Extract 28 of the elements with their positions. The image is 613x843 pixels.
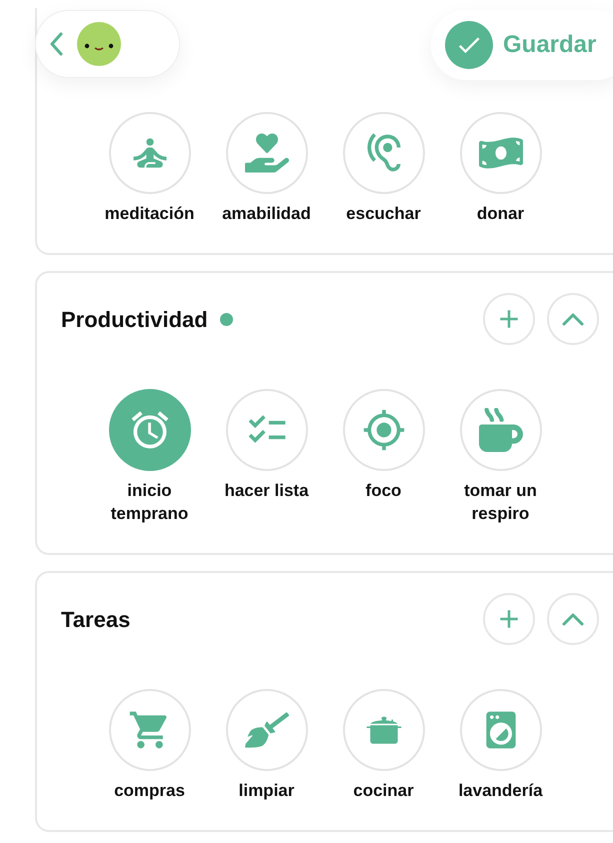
back-button[interactable] [50, 32, 63, 56]
target-icon [362, 408, 406, 452]
category-title: Tareas [61, 606, 130, 634]
hand-heart-icon [244, 131, 288, 175]
collapse-button[interactable] [547, 293, 599, 345]
activity-label: tomar un respiro [463, 480, 538, 525]
activity-label: inicio temprano [110, 480, 190, 525]
activity-label: amabilidad [221, 203, 312, 225]
activity-label: hacer lista [223, 480, 310, 502]
collapse-button[interactable] [547, 593, 599, 645]
activity-label: cocinar [352, 780, 415, 802]
activity-label: foco [364, 480, 402, 502]
add-button[interactable] [483, 593, 535, 645]
coffee-cup-icon [478, 408, 522, 452]
activity-label: donar [476, 203, 526, 225]
chevron-up-icon [562, 612, 584, 626]
category-title: Productividad [61, 306, 208, 334]
add-button[interactable] [483, 293, 535, 345]
back-icon [50, 32, 63, 56]
activity-label: escuchar [345, 203, 422, 225]
activity-label: meditación [104, 203, 196, 225]
activity-label: lavandería [457, 780, 544, 802]
save-button[interactable]: Guardar [431, 10, 613, 80]
activity-label: compras [113, 780, 186, 802]
smiley-avatar-icon [77, 22, 121, 66]
check-icon [445, 21, 493, 69]
chevron-up-icon [562, 312, 584, 326]
activity-label: limpiar [238, 780, 296, 802]
